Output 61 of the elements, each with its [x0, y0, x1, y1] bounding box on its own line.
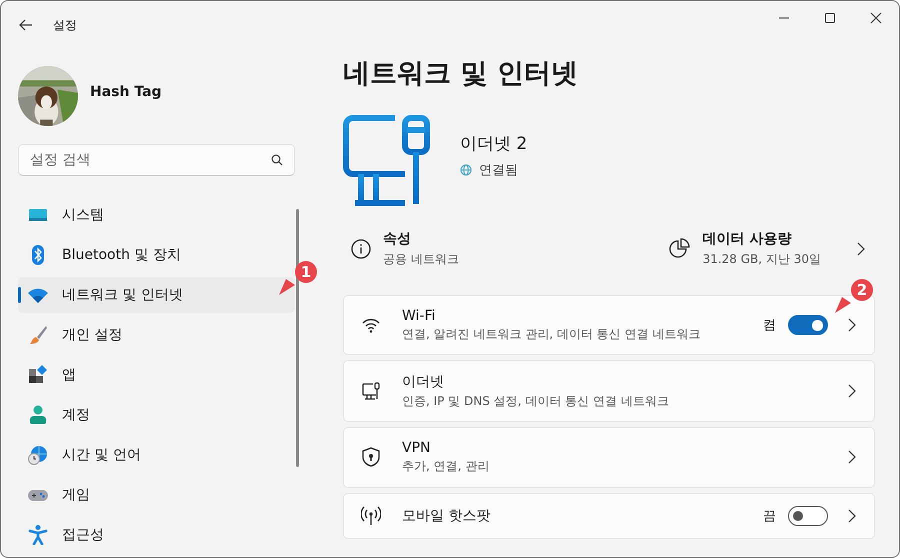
apps-icon — [28, 365, 48, 385]
accessibility-icon — [28, 525, 48, 545]
back-arrow-icon — [19, 19, 33, 31]
settings-card[interactable]: VPN 추가, 연결, 관리 — [343, 427, 875, 488]
chevron-icon — [848, 450, 856, 464]
link-title: 속성 — [383, 230, 412, 248]
sidebar-item[interactable]: 시간 및 언어 — [18, 437, 295, 473]
chevron-icon — [848, 384, 856, 398]
card-title: 모바일 핫스팟 — [402, 506, 492, 525]
settings-card[interactable]: 모바일 핫스팟 끔 — [343, 492, 875, 539]
link-subtitle: 31.28 GB, 지난 30일 — [702, 251, 821, 268]
scrollbar[interactable] — [296, 209, 299, 467]
card-description: 인증, IP 및 DNS 설정, 데이터 통신 연결 네트워크 — [402, 393, 670, 410]
sidebar-item[interactable]: 시스템 — [18, 197, 295, 233]
callout-number: 2 — [851, 279, 873, 301]
account-name: Hash Tag — [90, 84, 162, 100]
info-icon — [351, 239, 371, 259]
chevron-icon — [857, 242, 865, 256]
search-field[interactable]: 설정 검색 — [18, 144, 295, 176]
sidebar-item[interactable]: 네트워크 및 인터넷 — [18, 277, 295, 313]
sidebar-item[interactable]: 앱 — [18, 357, 295, 393]
shield-lock-icon — [361, 447, 381, 468]
sidebar-item[interactable]: 접근성 — [18, 517, 295, 553]
card-title: Wi-Fi — [402, 308, 436, 324]
data-usage-link[interactable]: 데이터 사용량 31.28 GB, 지난 30일 — [668, 230, 865, 268]
sidebar-item[interactable]: 계정 — [18, 397, 295, 433]
card-title: 이더넷 — [402, 373, 445, 392]
link-subtitle: 공용 네트워크 — [383, 251, 459, 268]
hotspot-icon — [361, 506, 381, 526]
chevron-icon — [848, 508, 856, 523]
person-icon — [28, 405, 48, 425]
properties-link[interactable]: 속성 공용 네트워크 — [351, 230, 459, 268]
computer-cable-icon — [361, 381, 381, 402]
link-title: 데이터 사용량 — [702, 230, 792, 248]
maximize-icon — [824, 12, 836, 24]
sidebar-item[interactable]: 개인 설정 — [18, 317, 295, 353]
sidebar-item[interactable]: Bluetooth 및 장치 — [18, 237, 295, 273]
globe-clock-icon — [28, 445, 48, 465]
pie-chart-icon — [668, 238, 691, 260]
card-title: VPN — [402, 440, 432, 456]
card-description: 연결, 알려진 네트워크 관리, 데이터 통신 연결 네트워크 — [402, 326, 702, 342]
brush-icon — [28, 325, 48, 345]
toggle-label: 켬 — [763, 317, 776, 334]
page-title: 네트워크 및 인터넷 — [343, 57, 579, 91]
connection-status: 연결됨 — [479, 162, 518, 178]
toggle-switch[interactable] — [788, 315, 828, 336]
globe-icon — [460, 164, 472, 176]
callout-arrow — [279, 279, 295, 295]
connection-name: 이더넷 2 — [460, 132, 528, 154]
search-icon — [271, 154, 283, 166]
chevron-icon — [848, 318, 856, 332]
settings-card[interactable]: 이더넷 인증, IP 및 DNS 설정, 데이터 통신 연결 네트워크 — [343, 360, 875, 422]
callout-arrow — [835, 297, 851, 313]
toggle-label: 끔 — [763, 508, 776, 525]
window-title: 설정 — [53, 16, 77, 34]
sidebar-item[interactable]: 게임 — [18, 477, 295, 513]
callout-number: 1 — [295, 261, 317, 283]
close-icon — [870, 12, 882, 24]
card-description: 추가, 연결, 관리 — [402, 458, 490, 475]
settings-card[interactable]: Wi-Fi 연결, 알려진 네트워크 관리, 데이터 통신 연결 네트워크 켬 — [343, 295, 875, 356]
toggle-switch[interactable] — [788, 506, 828, 526]
